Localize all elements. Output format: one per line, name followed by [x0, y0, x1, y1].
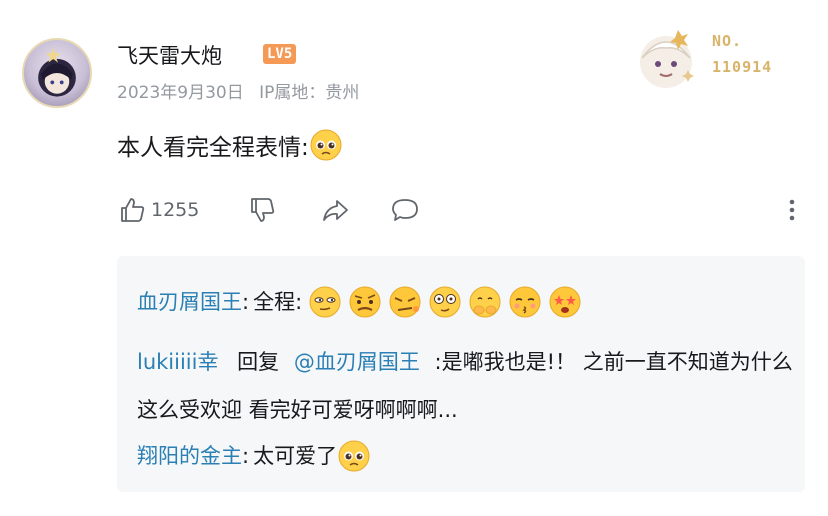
mention-link[interactable]: @血刃屑国王	[294, 350, 420, 374]
reply-item[interactable]: lukiiiii幸 回复 @血刃屑国王 :是嘟我也是!！ 之前一直不知道为什么这…	[137, 338, 797, 434]
more-button[interactable]	[777, 192, 807, 228]
fan-card-label: NO.	[712, 32, 743, 50]
share-icon	[320, 195, 350, 225]
ip-location: IP属地：贵州	[259, 83, 360, 103]
reply-username[interactable]: lukiiiii幸	[137, 350, 218, 374]
more-vertical-icon	[777, 195, 807, 225]
reply-item[interactable]: 血刃屑国王 : 全程:	[137, 278, 588, 326]
kiss-face-icon	[508, 285, 542, 319]
level-badge: LV5	[263, 44, 297, 64]
reply-item[interactable]: 翔阳的金主 : 太可爱了	[137, 432, 371, 480]
username[interactable]: 飞天雷大炮	[117, 40, 222, 70]
comment-body: 本人看完全程表情:	[117, 135, 309, 161]
reply-text: 太可爱了	[253, 444, 338, 468]
fan-card[interactable]: NO. 110914	[628, 18, 808, 94]
fan-card-character-icon	[628, 18, 704, 94]
hands-covering-face-icon	[468, 285, 502, 319]
dizzy-face-icon	[428, 285, 462, 319]
reply-separator: :	[242, 290, 250, 314]
reply-button[interactable]	[390, 192, 420, 228]
pleading-face-icon	[309, 128, 343, 162]
thumbs-down-icon	[247, 195, 277, 225]
dislike-button[interactable]	[247, 192, 277, 228]
star-eyes-face-icon	[548, 285, 582, 319]
pleading-face-icon	[337, 439, 371, 473]
comment-meta: 2023年9月30日 IP属地：贵州	[117, 78, 369, 103]
reply-text: :是嘟我也是!！ 之前一直不知道为什么这么受欢迎 看完好可爱呀啊啊啊...	[137, 350, 793, 422]
grumpy-face-icon	[388, 285, 422, 319]
comment-actions: 1255	[117, 192, 807, 228]
fan-card-number: 110914	[712, 58, 773, 76]
like-count: 1255	[151, 199, 200, 221]
like-button[interactable]: 1255	[117, 192, 199, 228]
share-button[interactable]	[320, 192, 350, 228]
smug-face-icon	[308, 285, 342, 319]
reply-word: 回复	[237, 350, 280, 374]
comment-icon	[390, 195, 420, 225]
comment-date: 2023年9月30日	[117, 83, 244, 103]
reply-list: 血刃屑国王 : 全程: lukiiiii幸 回复 @血刃屑国王 :是嘟我也是!！…	[117, 256, 805, 492]
skeptical-face-icon	[348, 285, 382, 319]
reply-username[interactable]: 翔阳的金主	[137, 432, 242, 480]
reply-separator: :	[242, 444, 250, 468]
reply-username[interactable]: 血刃屑国王	[137, 278, 242, 326]
reply-text: 全程:	[253, 290, 303, 314]
thumbs-up-icon	[117, 195, 147, 225]
avatar[interactable]	[22, 38, 92, 108]
comment-text: 本人看完全程表情:	[117, 128, 343, 162]
